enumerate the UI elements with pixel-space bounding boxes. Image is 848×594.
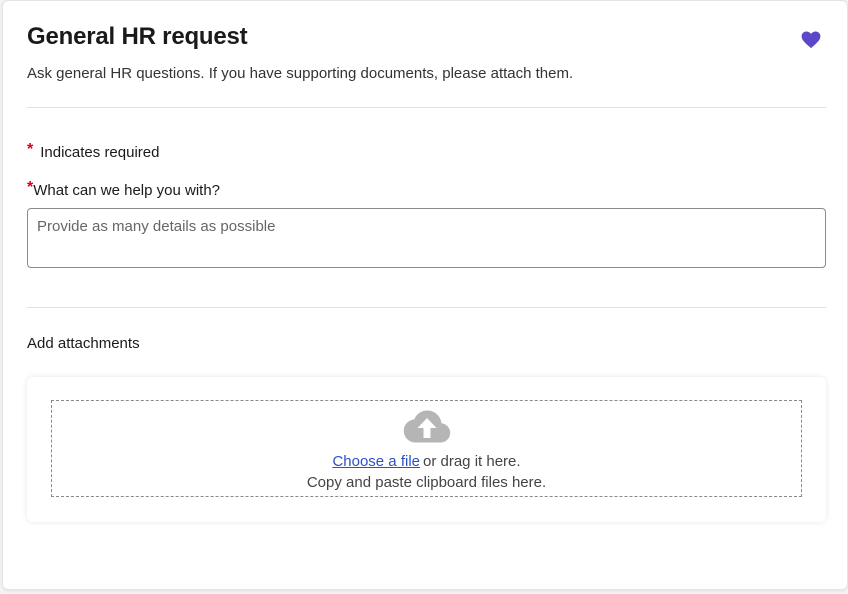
choose-file-link[interactable]: Choose a file xyxy=(332,453,420,470)
attachments-label: Add attachments xyxy=(27,335,140,352)
page-title: General HR request xyxy=(27,23,248,50)
heart-icon[interactable] xyxy=(801,31,821,49)
paste-instructions: Copy and paste clipboard files here. xyxy=(306,474,547,491)
file-dropzone[interactable]: Choose a file or drag it here. Copy and p… xyxy=(51,400,802,497)
drag-text: or drag it here. xyxy=(423,453,521,470)
details-textarea[interactable] xyxy=(27,208,826,268)
required-note-text: Indicates required xyxy=(40,144,160,161)
required-note: * Indicates required xyxy=(27,141,160,162)
section-divider xyxy=(27,307,826,308)
required-marker: * xyxy=(27,179,34,196)
required-marker: * xyxy=(27,141,34,158)
question-label: *What can we help you with? xyxy=(27,179,221,200)
question-label-text: What can we help you with? xyxy=(33,182,221,199)
page-subtitle: Ask general HR questions. If you have su… xyxy=(27,65,574,82)
attachments-panel: Choose a file or drag it here. Copy and p… xyxy=(27,377,826,522)
drop-instructions: Choose a file or drag it here. xyxy=(52,453,801,470)
form-header: General HR request Ask general HR questi… xyxy=(27,23,825,82)
cloud-upload-icon xyxy=(403,410,451,443)
hr-request-card: General HR request Ask general HR questi… xyxy=(2,0,848,590)
header-divider xyxy=(27,107,826,108)
